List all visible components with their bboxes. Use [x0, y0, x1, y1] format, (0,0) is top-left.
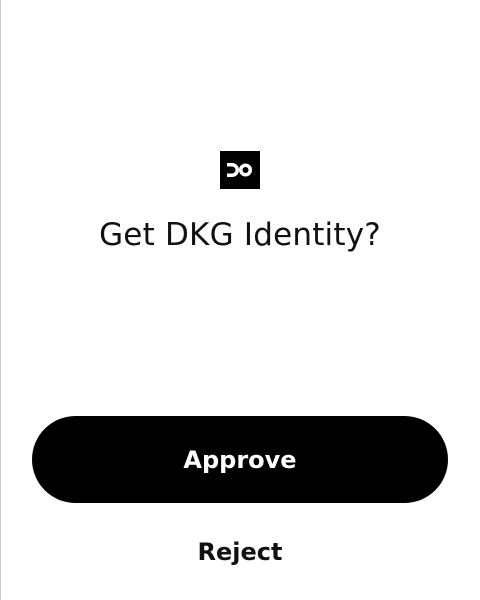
approve-button[interactable]: Approve [32, 416, 448, 503]
dkg-logo-icon [220, 151, 260, 189]
reject-button[interactable]: Reject [160, 530, 320, 574]
dialog-title: Get DKG Identity? [99, 217, 381, 253]
window-left-border [0, 0, 1, 600]
